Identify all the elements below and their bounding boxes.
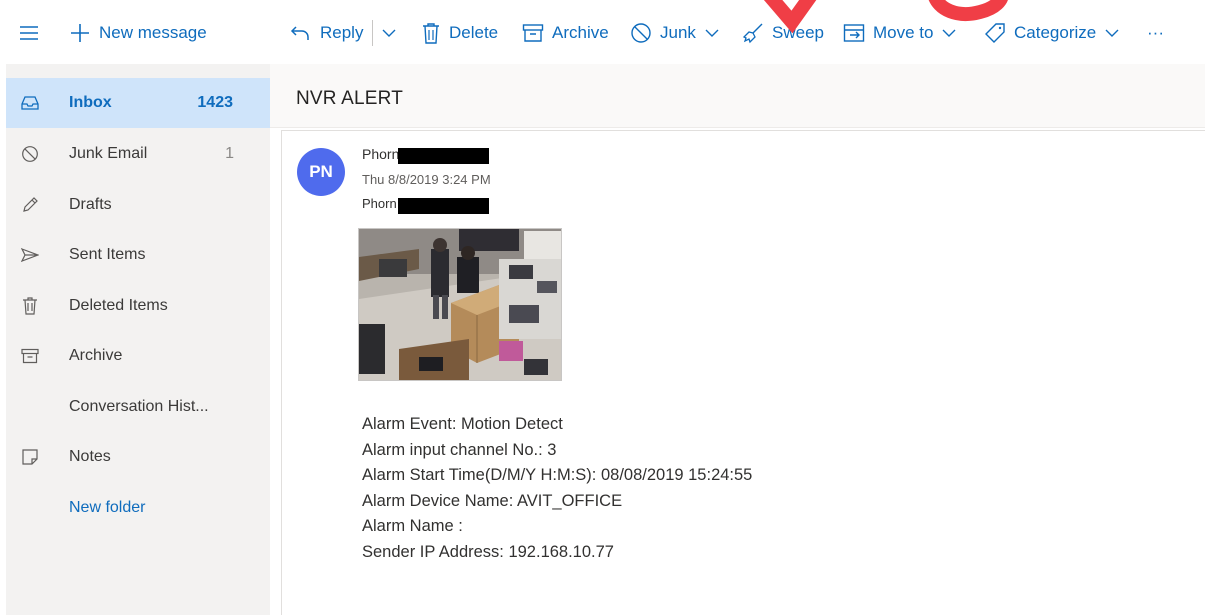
sidebar-item-label: Deleted Items (69, 297, 168, 314)
move-to-button[interactable]: Move to (843, 20, 956, 46)
sidebar-item-archive[interactable]: Archive (6, 331, 270, 381)
sweep-label: Sweep (772, 23, 824, 42)
note-icon (21, 448, 39, 466)
reply-button[interactable]: Reply (290, 20, 363, 46)
cctv-snapshot-image[interactable] (358, 228, 562, 381)
archive-icon (522, 23, 544, 43)
sidebar-item-inbox[interactable]: Inbox 1423 (6, 78, 270, 128)
sidebar-item-junk-email[interactable]: Junk Email 1 (6, 129, 270, 179)
delete-label: Delete (449, 23, 499, 42)
redaction-bar (398, 148, 489, 164)
trash-icon (21, 297, 39, 315)
pencil-icon (21, 196, 39, 214)
message-date: Thu 8/8/2019 3:24 PM (362, 172, 491, 187)
new-message-label: New message (99, 23, 207, 42)
sidebar-item-label: Drafts (69, 196, 112, 213)
new-message-button[interactable]: New message (69, 20, 207, 46)
toolbar-divider (372, 20, 373, 46)
avatar[interactable]: PN (297, 148, 345, 196)
body-line: Alarm Event: Motion Detect (362, 415, 563, 433)
categorize-button[interactable]: Categorize (984, 20, 1119, 46)
tag-icon (984, 22, 1006, 44)
sender-name[interactable]: Phorn (362, 146, 399, 162)
unread-count: 1 (225, 145, 234, 162)
body-line: Sender IP Address: 192.168.10.77 (362, 542, 614, 561)
archive-label: Archive (552, 23, 609, 42)
junk-icon (21, 145, 39, 163)
message-subject: NVR ALERT (296, 88, 404, 109)
broom-icon (742, 22, 764, 44)
sidebar-item-sent-items[interactable]: Sent Items (6, 230, 270, 280)
sidebar-item-deleted-items[interactable]: Deleted Items (6, 281, 270, 331)
reply-options-dropdown[interactable] (382, 20, 396, 46)
new-folder-link[interactable]: New folder (6, 483, 270, 533)
block-icon (630, 22, 652, 44)
hamburger-menu-button[interactable] (19, 20, 47, 46)
sidebar-item-label: Junk Email (69, 145, 148, 162)
archive-button[interactable]: Archive (522, 20, 609, 46)
unread-count: 1423 (197, 94, 233, 111)
recipient-name[interactable]: Phorn (362, 196, 397, 211)
junk-label: Junk (660, 23, 696, 42)
body-line: Alarm Device Name: AVIT_OFFICE (362, 491, 623, 510)
more-actions-label: ··· (1147, 23, 1164, 42)
junk-button[interactable]: Junk (630, 20, 719, 46)
reply-icon (290, 23, 312, 43)
send-icon (21, 246, 39, 264)
move-folder-icon (843, 23, 865, 43)
body-line: Alarm Name : (362, 517, 463, 535)
sidebar-item-notes[interactable]: Notes (6, 432, 270, 482)
sidebar-item-label: Archive (69, 347, 123, 364)
more-actions-button[interactable]: ··· (1147, 20, 1164, 46)
categorize-label: Categorize (1014, 23, 1097, 42)
sidebar-item-label: Conversation Hist... (69, 398, 209, 415)
sidebar-item-label: Inbox (69, 94, 112, 111)
sidebar-item-conversation-history[interactable]: Conversation Hist... (6, 382, 270, 432)
folder-pane: Inbox 1423 Junk Email 1 Drafts Sent Item… (6, 64, 270, 615)
sweep-button[interactable]: Sweep (742, 20, 824, 46)
body-line: Alarm Start Time(D/M/Y H:M:S): 08/08/201… (362, 466, 753, 484)
message-body: Alarm Event: Motion Detect Alarm input c… (362, 412, 752, 565)
hamburger-icon (19, 25, 39, 41)
plus-icon (69, 22, 91, 44)
chevron-down-icon (942, 28, 956, 38)
inbox-icon (21, 94, 39, 112)
new-folder-label: New folder (69, 499, 146, 516)
archive-icon (21, 347, 39, 365)
sidebar-item-label: Sent Items (69, 246, 146, 263)
command-bar: New message Reply Delete Archive Junk Sw… (0, 0, 1205, 64)
chevron-down-icon (705, 28, 719, 38)
body-line: Alarm input channel No.: 3 (362, 440, 557, 459)
chevron-down-icon (1105, 28, 1119, 38)
chevron-down-icon (382, 28, 396, 38)
reply-label: Reply (320, 23, 364, 42)
redaction-bar (398, 198, 489, 214)
delete-button[interactable]: Delete (421, 20, 498, 46)
sidebar-item-label: Notes (69, 448, 111, 465)
sidebar-item-drafts[interactable]: Drafts (6, 180, 270, 230)
subject-header: NVR ALERT (270, 64, 1205, 128)
move-to-label: Move to (873, 23, 934, 42)
trash-icon (421, 22, 441, 44)
